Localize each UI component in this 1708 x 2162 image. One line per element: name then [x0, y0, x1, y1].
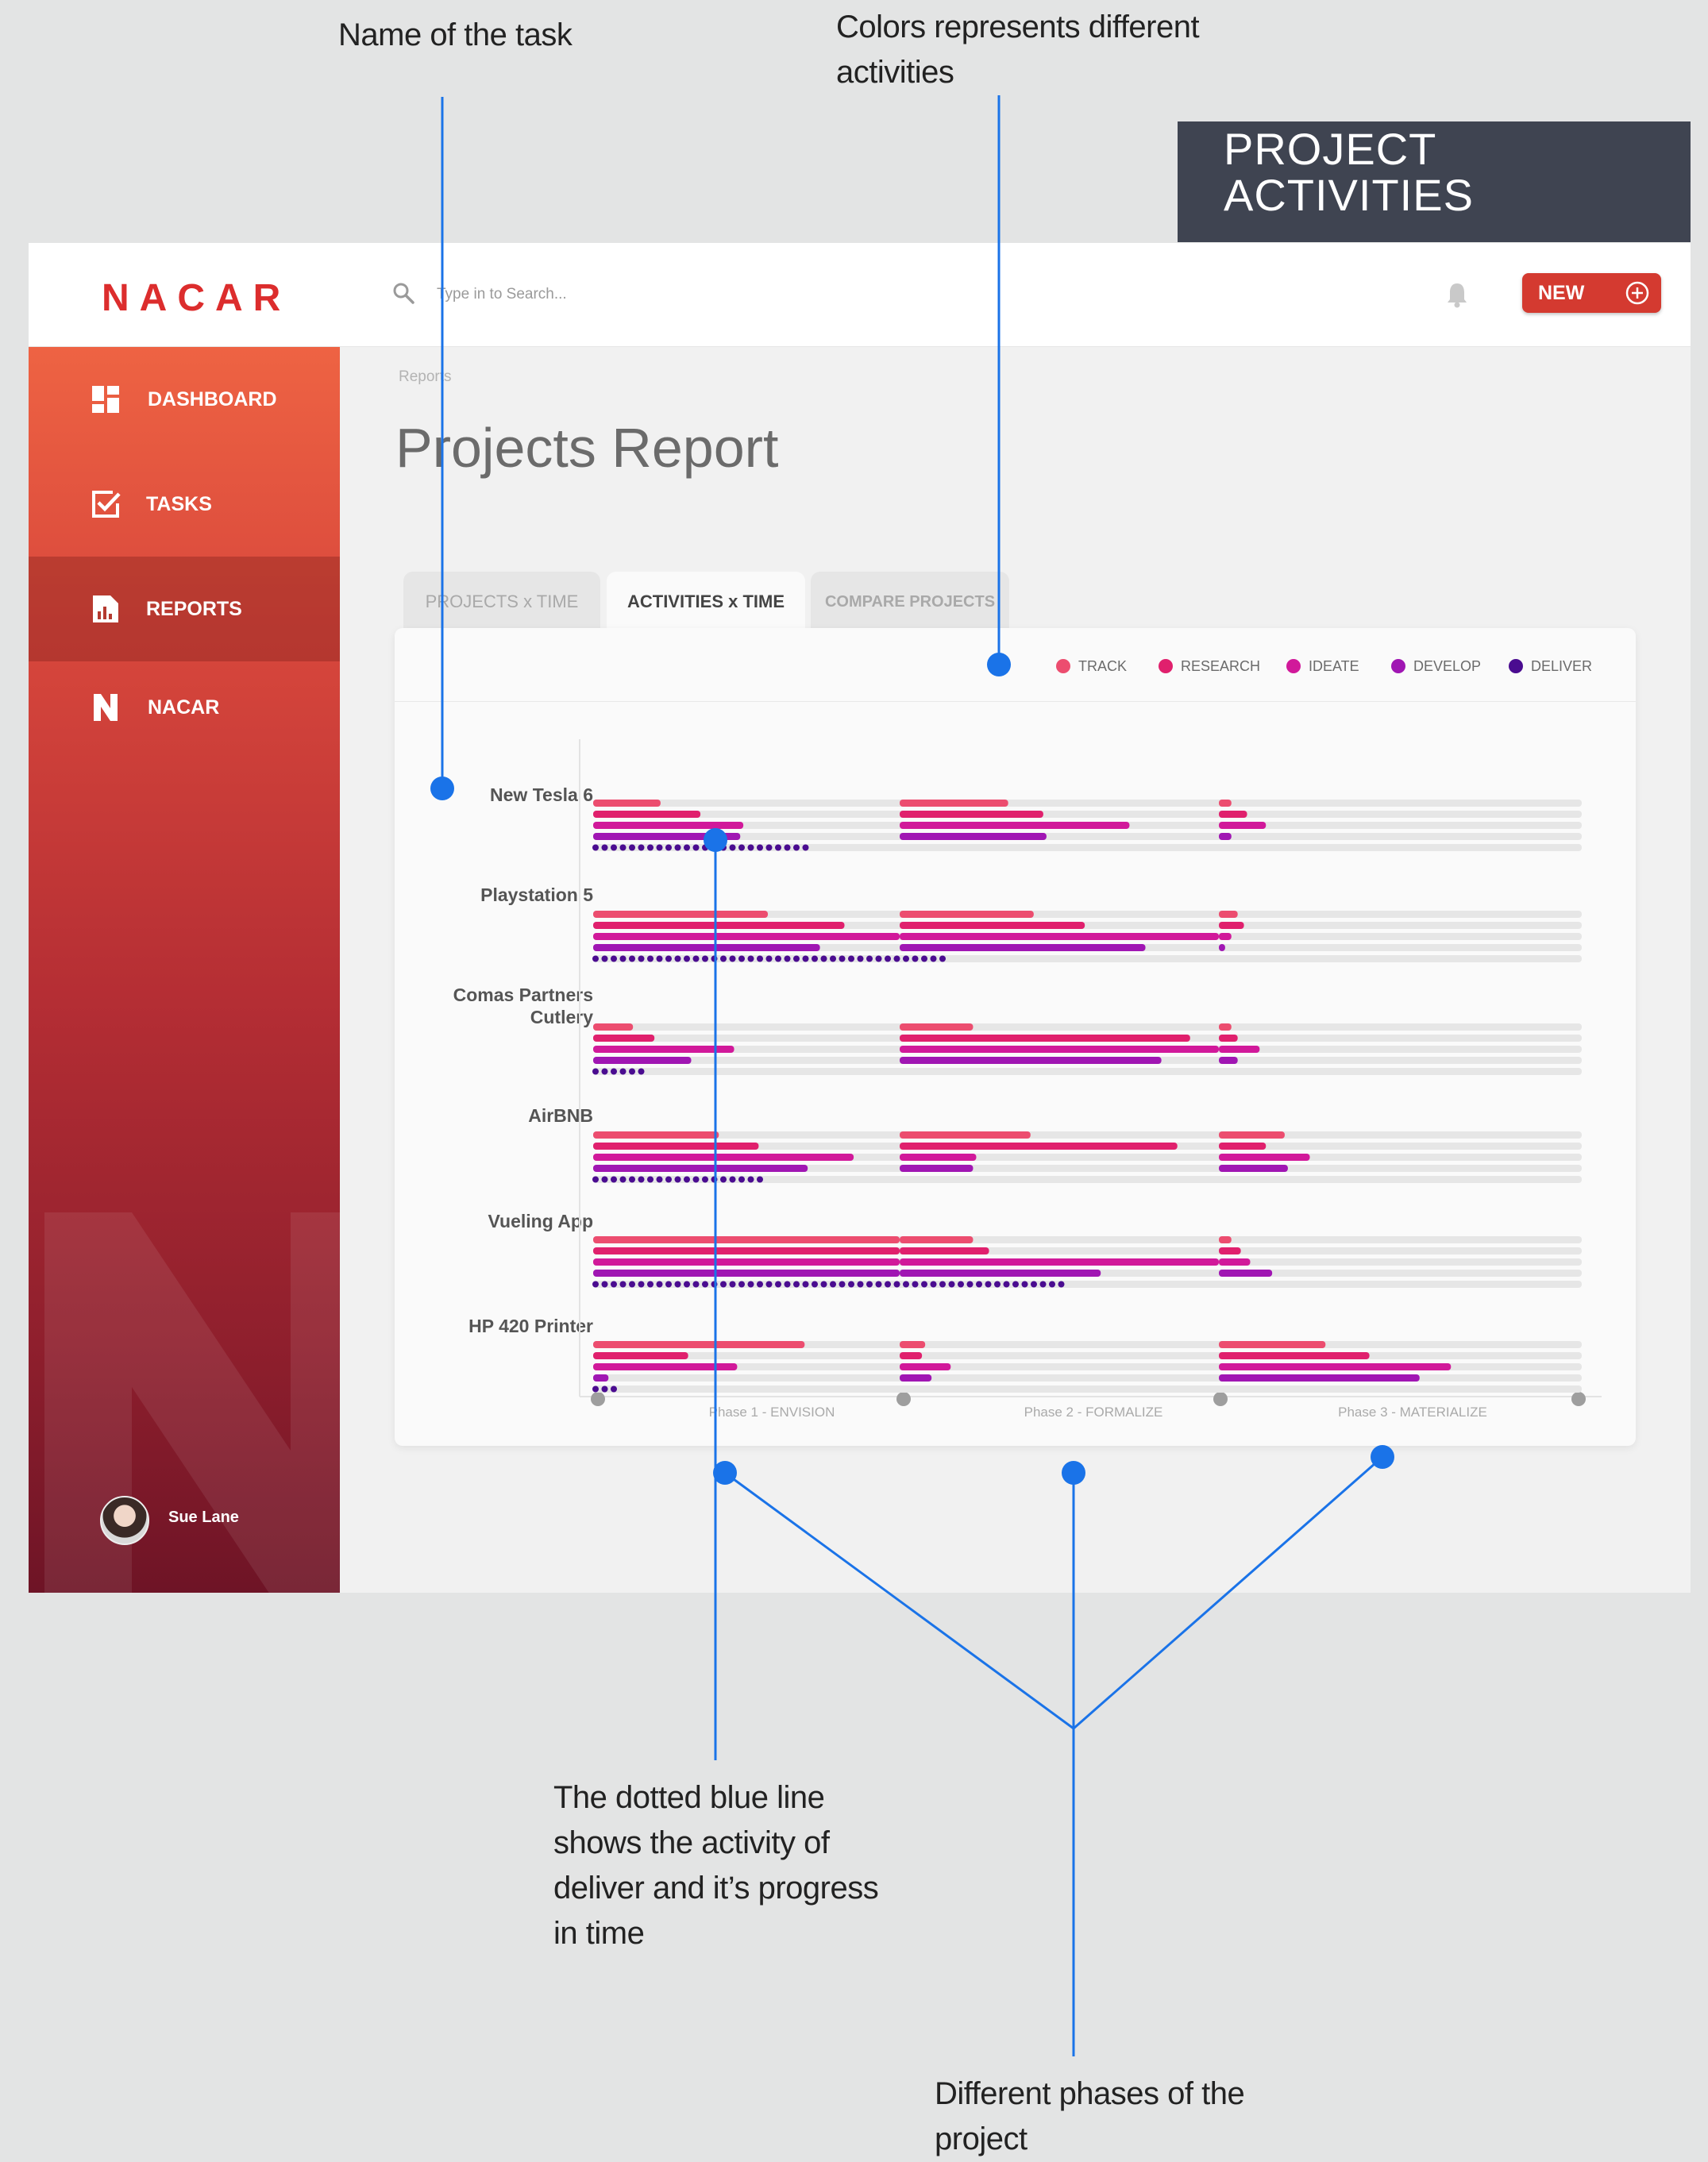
annotation-overlay [430, 95, 1394, 2056]
annotation-marker [987, 653, 1011, 676]
annotation-marker [704, 828, 727, 852]
annotation-line [724, 1471, 1074, 1730]
annotation-marker [1371, 1445, 1394, 1469]
annotation-marker [1062, 1461, 1085, 1485]
annotation-marker [713, 1461, 737, 1485]
annotation-line [1073, 1455, 1383, 1730]
annotation-marker [430, 777, 454, 800]
